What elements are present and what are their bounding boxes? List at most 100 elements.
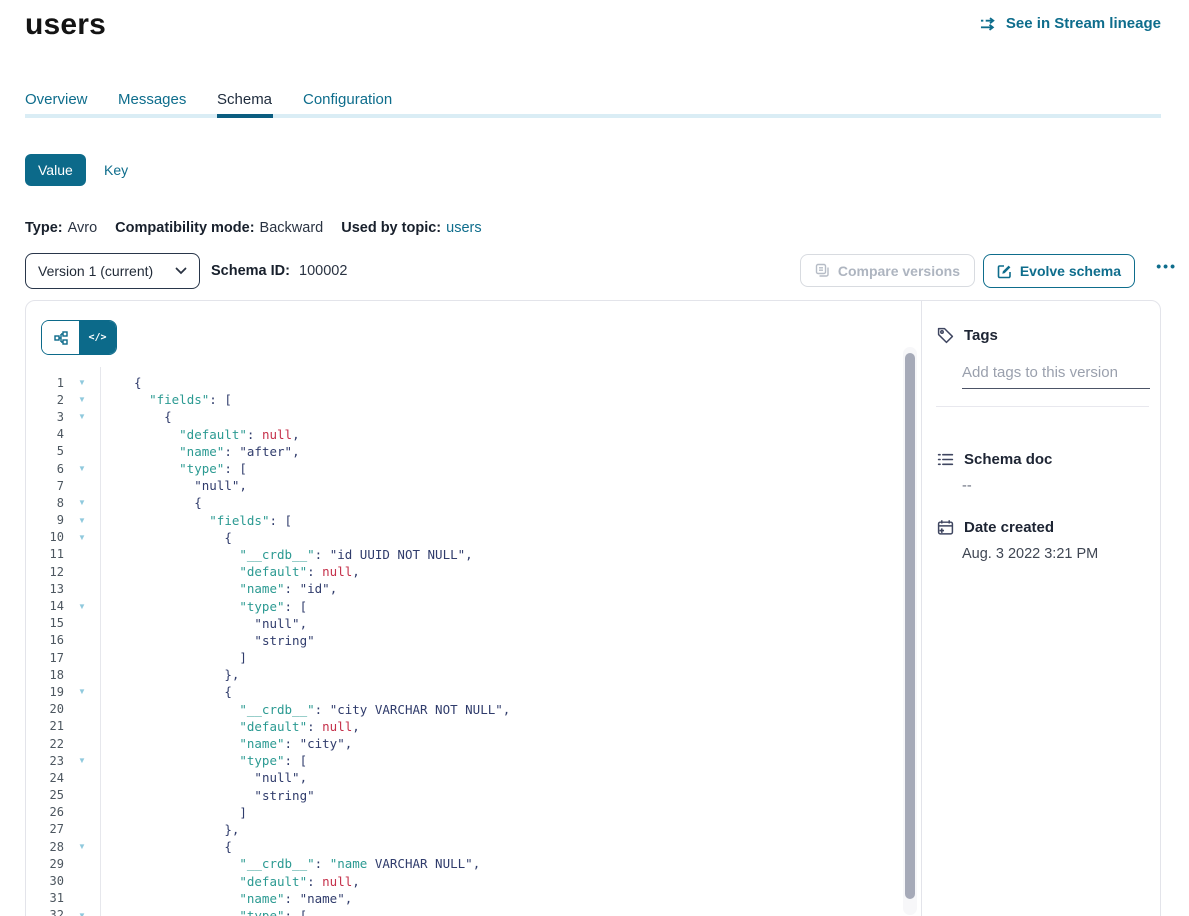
stream-lineage-link[interactable]: See in Stream lineage	[980, 15, 1161, 32]
code-line: 21 "default": null,	[26, 718, 921, 735]
schema-doc-section-header: Schema doc	[937, 451, 1052, 468]
calendar-add-icon	[937, 519, 954, 536]
code-text: {	[100, 495, 202, 510]
code-line: 2▼ "fields": [	[26, 391, 921, 408]
line-number: 22	[26, 737, 64, 751]
schema-id-value: 100002	[299, 263, 347, 279]
tags-input[interactable]	[962, 361, 1150, 389]
code-line: 32▼ "type": [	[26, 907, 921, 916]
date-created-value: Aug. 3 2022 3:21 PM	[962, 546, 1098, 562]
line-number: 21	[26, 719, 64, 733]
code-text: "type": [	[100, 599, 307, 614]
key-toggle-button[interactable]: Key	[92, 154, 140, 186]
code-text: "null",	[100, 478, 247, 493]
code-line: 10▼ {	[26, 529, 921, 546]
fold-toggle-icon[interactable]: ▼	[64, 516, 100, 525]
line-number: 16	[26, 633, 64, 647]
code-line: 22 "name": "city",	[26, 735, 921, 752]
line-number: 27	[26, 822, 64, 836]
code-text: "fields": [	[100, 392, 232, 407]
type-value: Avro	[68, 220, 98, 236]
line-number: 5	[26, 444, 64, 458]
code-text: "default": null,	[100, 564, 360, 579]
code-text: {	[100, 530, 232, 545]
used-by-topic-label: Used by topic:	[341, 220, 441, 236]
code-text: ]	[100, 650, 247, 665]
value-toggle-button[interactable]: Value	[25, 154, 86, 186]
line-number: 25	[26, 788, 64, 802]
code-line: 16 "string"	[26, 632, 921, 649]
code-text: "string"	[100, 633, 315, 648]
fold-toggle-icon[interactable]: ▼	[64, 395, 100, 404]
code-text: "__crdb__": "id UUID NOT NULL",	[100, 547, 473, 562]
code-editor: </> 1▼{2▼ "fields": [3▼ {4 "default": nu…	[26, 301, 921, 916]
code-text: "null",	[100, 770, 307, 785]
code-text: "null",	[100, 616, 307, 631]
scrollbar-track[interactable]	[903, 347, 917, 915]
fold-toggle-icon[interactable]: ▼	[64, 498, 100, 507]
active-tab-indicator	[217, 114, 273, 118]
tree-view-button[interactable]	[42, 321, 79, 354]
line-number: 30	[26, 874, 64, 888]
compare-icon	[815, 263, 830, 278]
evolve-schema-label: Evolve schema	[1020, 263, 1121, 279]
compare-versions-button[interactable]: Compare versions	[800, 254, 975, 287]
code-line: 17 ]	[26, 649, 921, 666]
code-line: 27 },	[26, 821, 921, 838]
fold-toggle-icon[interactable]: ▼	[64, 842, 100, 851]
code-line: 4 "default": null,	[26, 426, 921, 443]
fold-toggle-icon[interactable]: ▼	[64, 687, 100, 696]
line-number: 3	[26, 410, 64, 424]
code-text: "name": "id",	[100, 581, 337, 596]
stream-lineage-label: See in Stream lineage	[1006, 15, 1161, 32]
fold-toggle-icon[interactable]: ▼	[64, 464, 100, 473]
list-icon	[937, 451, 954, 468]
tags-title: Tags	[964, 327, 998, 344]
code-text: "type": [	[100, 461, 247, 476]
date-created-title: Date created	[964, 519, 1054, 536]
code-text: {	[100, 409, 172, 424]
code-text: },	[100, 667, 239, 682]
editor-view-toggle: </>	[41, 320, 117, 355]
line-number: 24	[26, 771, 64, 785]
topic-link[interactable]: users	[446, 220, 481, 236]
code-line: 7 "null",	[26, 477, 921, 494]
line-number: 15	[26, 616, 64, 630]
evolve-schema-button[interactable]: Evolve schema	[983, 254, 1135, 288]
fold-toggle-icon[interactable]: ▼	[64, 533, 100, 542]
line-number: 6	[26, 462, 64, 476]
code-text: "type": [	[100, 908, 307, 916]
version-select[interactable]: Version 1 (current)	[25, 253, 200, 289]
code-text: "string"	[100, 788, 315, 803]
code-line: 1▼{	[26, 374, 921, 391]
tab-schema[interactable]: Schema	[217, 91, 272, 108]
tab-messages[interactable]: Messages	[118, 91, 186, 108]
edit-icon	[997, 264, 1012, 279]
schema-page: users See in Stream lineage Overview Mes…	[0, 0, 1189, 916]
code-text: "default": null,	[100, 719, 360, 734]
more-actions-button[interactable]: •••	[1156, 258, 1177, 274]
fold-toggle-icon[interactable]: ▼	[64, 602, 100, 611]
fold-toggle-icon[interactable]: ▼	[64, 911, 100, 916]
compare-versions-label: Compare versions	[838, 263, 960, 279]
code-line: 5 "name": "after",	[26, 443, 921, 460]
code-line: 24 "null",	[26, 769, 921, 786]
line-number: 20	[26, 702, 64, 716]
schema-id: Schema ID: 100002	[211, 263, 347, 279]
compatibility-value: Backward	[260, 220, 324, 236]
code-text: {	[100, 839, 232, 854]
fold-toggle-icon[interactable]: ▼	[64, 756, 100, 765]
line-number: 19	[26, 685, 64, 699]
scrollbar-thumb[interactable]	[905, 353, 915, 899]
code-line: 30 "default": null,	[26, 872, 921, 889]
code-line: 11 "__crdb__": "id UUID NOT NULL",	[26, 546, 921, 563]
code-view-button[interactable]: </>	[79, 321, 116, 354]
fold-toggle-icon[interactable]: ▼	[64, 412, 100, 421]
code-line: 20 "__crdb__": "city VARCHAR NOT NULL",	[26, 701, 921, 718]
code-text: "fields": [	[100, 513, 292, 528]
fold-toggle-icon[interactable]: ▼	[64, 378, 100, 387]
tab-configuration[interactable]: Configuration	[303, 91, 392, 108]
compatibility-label: Compatibility mode:	[115, 220, 254, 236]
line-number: 26	[26, 805, 64, 819]
tab-overview[interactable]: Overview	[25, 91, 88, 108]
